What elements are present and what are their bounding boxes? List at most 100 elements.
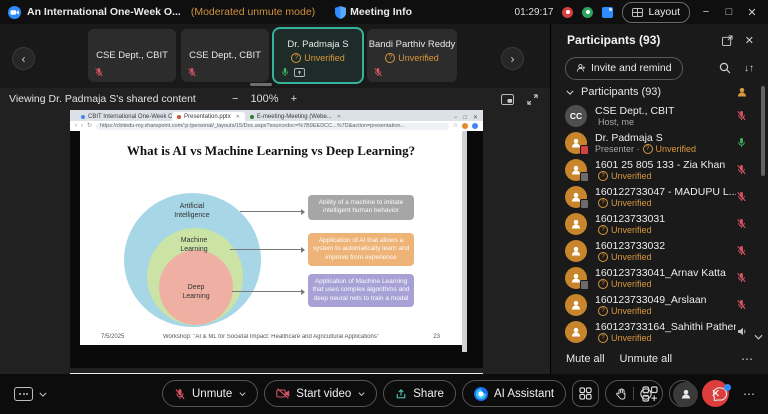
shield-icon	[335, 6, 346, 19]
participant-row[interactable]: 160123733031 ?Unverified	[551, 210, 763, 237]
participant-row[interactable]: Dr. Padmaja S Presenter · ?Unverified	[551, 129, 763, 156]
callout-ml: Application of AI that allows a system t…	[308, 233, 414, 266]
avatar	[565, 240, 587, 262]
panel-more-button[interactable]: ⋯	[741, 352, 754, 366]
recording-indicator-icon	[562, 7, 573, 18]
mic-status-icon	[736, 110, 747, 121]
sort-icon[interactable]: ↓↑	[744, 63, 754, 74]
more-options-button[interactable]: ⋯	[743, 387, 756, 401]
meeting-info-label: Meeting Info	[350, 6, 412, 18]
minimize-button[interactable]: −	[699, 6, 713, 18]
video-tile-active-speaker[interactable]: Dr. Padmaja S ?Unverified	[274, 29, 362, 82]
apps-button[interactable]	[572, 380, 599, 407]
shared-slide-area: What is AI vs Machine Learning vs Deep L…	[70, 131, 483, 352]
slide-footer-title: Workshop: "AI & ML for Societal Impact: …	[140, 334, 402, 340]
video-tile[interactable]: CSE Dept., CBIT	[181, 29, 269, 82]
participant-row[interactable]: 160123733041_Arnav Katta ?Unverified	[551, 264, 763, 291]
meeting-info-button[interactable]: Meeting Info	[335, 6, 412, 19]
zoom-level: 100%	[250, 93, 278, 105]
meeting-toolbar: Unmute Start video Share AI Assistant	[0, 374, 768, 414]
participant-name: CSE Dept., CBIT	[595, 105, 736, 117]
share-button[interactable]: Share	[383, 380, 456, 407]
venn-label-ai: Artificial Intelligence	[150, 203, 234, 221]
avatar-badge-icon	[580, 145, 589, 155]
chevron-down-icon[interactable]	[239, 392, 246, 396]
browser-tab-active: Presentation.pptx✕	[172, 112, 245, 121]
participants-button[interactable]	[673, 382, 698, 407]
mic-status-icon	[736, 191, 747, 202]
popout-icon[interactable]	[722, 35, 733, 46]
mic-status-icon	[736, 164, 747, 175]
participant-status: ?Unverified	[595, 171, 736, 181]
participants-panel: Participants (93) ✕ Invite and remind ↓↑…	[550, 24, 768, 374]
chat-button[interactable]	[713, 387, 728, 401]
invite-and-remind-button[interactable]: Invite and remind	[565, 57, 683, 80]
participants-panel-title: Participants (93)	[551, 33, 660, 47]
person-icon	[570, 326, 582, 338]
person-add-icon	[576, 63, 586, 73]
unverified-icon: ?	[598, 333, 608, 343]
top-bar: An International One-Week O... (Moderate…	[0, 0, 768, 24]
mic-muted-icon	[736, 299, 747, 310]
zoom-out-button[interactable]: −	[232, 93, 238, 105]
avatar-badge-icon	[580, 172, 589, 182]
participant-row[interactable]: 160123733032 ?Unverified	[551, 237, 763, 264]
venn-label-dl: Deep Learning	[154, 284, 238, 302]
unmute-button[interactable]: Unmute	[162, 380, 258, 407]
ai-companion-icon	[474, 387, 488, 401]
panel-scrollbar[interactable]	[761, 86, 765, 176]
participant-name: 160123733032	[595, 240, 736, 252]
filmstrip-next-button[interactable]: ›	[501, 47, 524, 70]
participant-status: ?Unverified	[595, 279, 736, 289]
mute-all-button[interactable]: Mute all	[566, 353, 605, 365]
participant-status: ?Unverified	[595, 333, 736, 343]
chevron-down-icon[interactable]	[358, 392, 365, 396]
participant-row[interactable]: 160123733164_Sahithi Pathem ?Unverified	[551, 318, 763, 345]
browser-tab: CBIT International One-Week Onl...✕	[76, 112, 172, 121]
ai-assistant-button[interactable]: AI Assistant	[462, 380, 566, 407]
close-panel-icon[interactable]: ✕	[745, 34, 754, 47]
scroll-down-chevron-icon[interactable]	[754, 334, 763, 340]
video-tile[interactable]: Bandi Parthiv Reddy ?Unverified	[367, 29, 457, 82]
browser-extension-icon	[472, 123, 478, 129]
speaker-icon	[736, 326, 747, 337]
share-screen-icon	[395, 388, 407, 400]
mic-status-icon	[736, 326, 747, 337]
participant-name: 160123733164_Sahithi Pathem	[595, 321, 736, 333]
presentation-slide: What is AI vs Machine Learning vs Deep L…	[80, 131, 462, 345]
person-icon	[570, 218, 582, 230]
layout-button[interactable]: Layout	[622, 2, 690, 23]
filmstrip-prev-button[interactable]: ‹	[12, 47, 35, 70]
captions-icon[interactable]	[14, 387, 33, 401]
zoom-in-button[interactable]: +	[291, 93, 297, 105]
participant-row[interactable]: CC CSE Dept., CBIT Host, me	[551, 102, 763, 129]
avatar	[565, 186, 587, 208]
mic-muted-icon	[187, 67, 197, 77]
participant-row[interactable]: 1601 25 805 133 - Zia Khan ?Unverified	[551, 156, 763, 183]
mic-muted-icon	[373, 67, 383, 77]
filmstrip-drag-handle[interactable]	[250, 83, 272, 86]
participants-section-header[interactable]: Participants (93)	[551, 84, 768, 100]
chevron-down-icon[interactable]	[39, 392, 47, 397]
avatar	[565, 294, 587, 316]
unverified-icon: ?	[598, 225, 608, 235]
participant-name: 160123733041_Arnav Katta	[595, 267, 736, 279]
fullscreen-icon[interactable]	[527, 94, 538, 105]
maximize-button[interactable]: □	[722, 6, 736, 18]
unmute-all-button[interactable]: Unmute all	[620, 353, 673, 365]
apps-tray-icon[interactable]	[642, 386, 658, 402]
unverified-icon: ?	[598, 306, 608, 316]
participant-row[interactable]: 160123733049_Arslaan ?Unverified	[551, 291, 763, 318]
person-icon	[570, 245, 582, 257]
notification-dot	[724, 384, 731, 391]
mic-status-icon	[736, 137, 747, 148]
close-button[interactable]: ✕	[745, 6, 759, 19]
copy-link-icon[interactable]	[602, 7, 613, 18]
participant-row[interactable]: 160122733047 - MADUPU L... ?Unverified	[551, 183, 763, 210]
search-icon[interactable]	[719, 62, 731, 74]
picture-in-picture-icon[interactable]	[501, 94, 514, 105]
unverified-icon: ?	[598, 171, 608, 181]
video-tile[interactable]: CSE Dept., CBIT	[88, 29, 176, 82]
start-video-button[interactable]: Start video	[264, 380, 377, 407]
participant-status: ?Unverified	[595, 198, 736, 208]
